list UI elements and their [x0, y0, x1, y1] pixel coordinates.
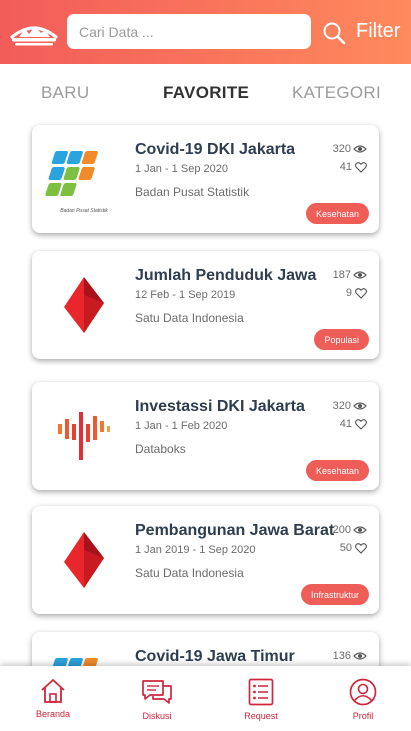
- eye-icon: [353, 145, 367, 153]
- card-source: Badan Pusat Statistik: [135, 185, 250, 199]
- view-count-value: 200: [332, 524, 351, 536]
- card-source: Satu Data Indonesia: [135, 566, 244, 580]
- profile-icon: [349, 678, 377, 706]
- view-count-value: 320: [332, 400, 351, 412]
- like-count: 9: [346, 287, 367, 299]
- heart-icon[interactable]: [355, 161, 367, 173]
- dataset-card[interactable]: Investassi DKI Jakarta 1 Jan - 1 Feb 202…: [32, 382, 379, 490]
- eye-icon: [353, 402, 367, 410]
- tab-favorite[interactable]: FAVORITE: [163, 83, 249, 103]
- category-badge[interactable]: Kesehatan: [305, 460, 369, 481]
- view-count: 320: [333, 143, 367, 155]
- bps-logo-icon: Badan Pusat Statistik: [45, 151, 108, 214]
- view-count-value: 136: [332, 650, 351, 662]
- card-date: 1 Jan - 1 Feb 2020: [135, 420, 228, 432]
- nav-label: Request: [244, 711, 278, 721]
- card-title: Jumlah Penduduk Jawa: [135, 267, 317, 284]
- app-logo-icon[interactable]: [10, 21, 58, 47]
- like-count: 41: [340, 418, 367, 430]
- like-count-value: 9: [345, 287, 352, 299]
- tab-kategori[interactable]: KATEGORI: [292, 83, 381, 103]
- view-count: 320: [333, 400, 367, 412]
- category-badge[interactable]: Kesehatan: [305, 203, 369, 224]
- card-date: 1 Jan 2019 - 1 Sep 2020: [135, 544, 256, 556]
- like-count-value: 41: [339, 418, 352, 430]
- nav-label: Diskusi: [142, 711, 172, 721]
- dataset-list: Badan Pusat Statistik Covid-19 DKI Jakar…: [0, 120, 411, 666]
- like-count: 41: [340, 161, 367, 173]
- card-source: Databoks: [135, 442, 186, 456]
- search-icon[interactable]: [322, 21, 346, 45]
- nav-profil[interactable]: Profil: [323, 666, 403, 731]
- chat-icon: [142, 680, 172, 704]
- heart-icon[interactable]: [355, 542, 367, 554]
- card-date: 1 Jan - 1 Sep 2020: [135, 163, 228, 175]
- bps-logo: Badan Pusat Statistik: [44, 137, 124, 221]
- view-count: 187: [333, 269, 367, 281]
- heart-icon[interactable]: [355, 418, 367, 430]
- dataset-card[interactable]: Badan Pusat Statistik Covid-19 DKI Jakar…: [32, 125, 379, 233]
- category-badge[interactable]: Infrastruktur: [300, 584, 369, 605]
- card-title: Covid-19 Jawa Timur: [135, 648, 295, 665]
- tab-bar: BARU FAVORITE KATEGORI: [0, 64, 411, 120]
- list-icon: [248, 678, 274, 706]
- view-count-value: 187: [332, 269, 351, 281]
- dataset-card[interactable]: Pembangunan Jawa Barat 1 Jan 2019 - 1 Se…: [32, 506, 379, 614]
- satu-data-logo-icon: [64, 277, 104, 333]
- category-badge[interactable]: Populasi: [314, 329, 369, 350]
- card-source: Satu Data Indonesia: [135, 311, 244, 325]
- nav-beranda[interactable]: Beranda: [13, 666, 93, 731]
- card-title: Pembangunan Jawa Barat: [135, 522, 335, 539]
- search-input[interactable]: [79, 23, 299, 40]
- eye-icon: [353, 526, 367, 534]
- view-count-value: 320: [332, 143, 351, 155]
- nav-label: Beranda: [35, 709, 71, 719]
- nav-request[interactable]: Request: [221, 666, 301, 731]
- view-count: 200: [333, 524, 367, 536]
- tab-baru[interactable]: BARU: [41, 83, 89, 103]
- eye-icon: [353, 271, 367, 279]
- nav-diskusi[interactable]: Diskusi: [117, 666, 197, 731]
- app-header: Filter: [0, 0, 411, 64]
- like-count-value: 50: [339, 542, 352, 554]
- satu-data-logo-icon: [64, 532, 104, 588]
- eye-icon: [353, 652, 367, 660]
- bps-logo: [44, 644, 124, 666]
- nav-label: Profil: [352, 711, 374, 721]
- databoks-logo: [44, 394, 124, 478]
- card-title: Investassi DKI Jakarta: [135, 398, 305, 415]
- home-icon: [41, 679, 65, 703]
- satu-data-logo: [44, 263, 124, 347]
- view-count: 136: [333, 650, 367, 662]
- bps-logo-caption: Badan Pusat Statistik: [60, 208, 108, 214]
- dataset-card[interactable]: Jumlah Penduduk Jawa 12 Feb - 1 Sep 2019…: [32, 251, 379, 359]
- dataset-card[interactable]: Covid-19 Jawa Timur 136: [32, 632, 379, 666]
- card-date: 12 Feb - 1 Sep 2019: [135, 289, 236, 301]
- like-count: 50: [340, 542, 367, 554]
- filter-button[interactable]: Filter: [356, 20, 400, 43]
- like-count-value: 41: [339, 161, 352, 173]
- databoks-logo-icon: [58, 412, 110, 460]
- bps-logo-icon: [51, 658, 98, 666]
- bottom-navigation: Beranda Diskusi Request Profil: [0, 666, 411, 731]
- card-title: Covid-19 DKI Jakarta: [135, 141, 296, 158]
- satu-data-logo: [44, 518, 124, 602]
- heart-icon[interactable]: [355, 287, 367, 299]
- search-box[interactable]: [67, 14, 311, 49]
